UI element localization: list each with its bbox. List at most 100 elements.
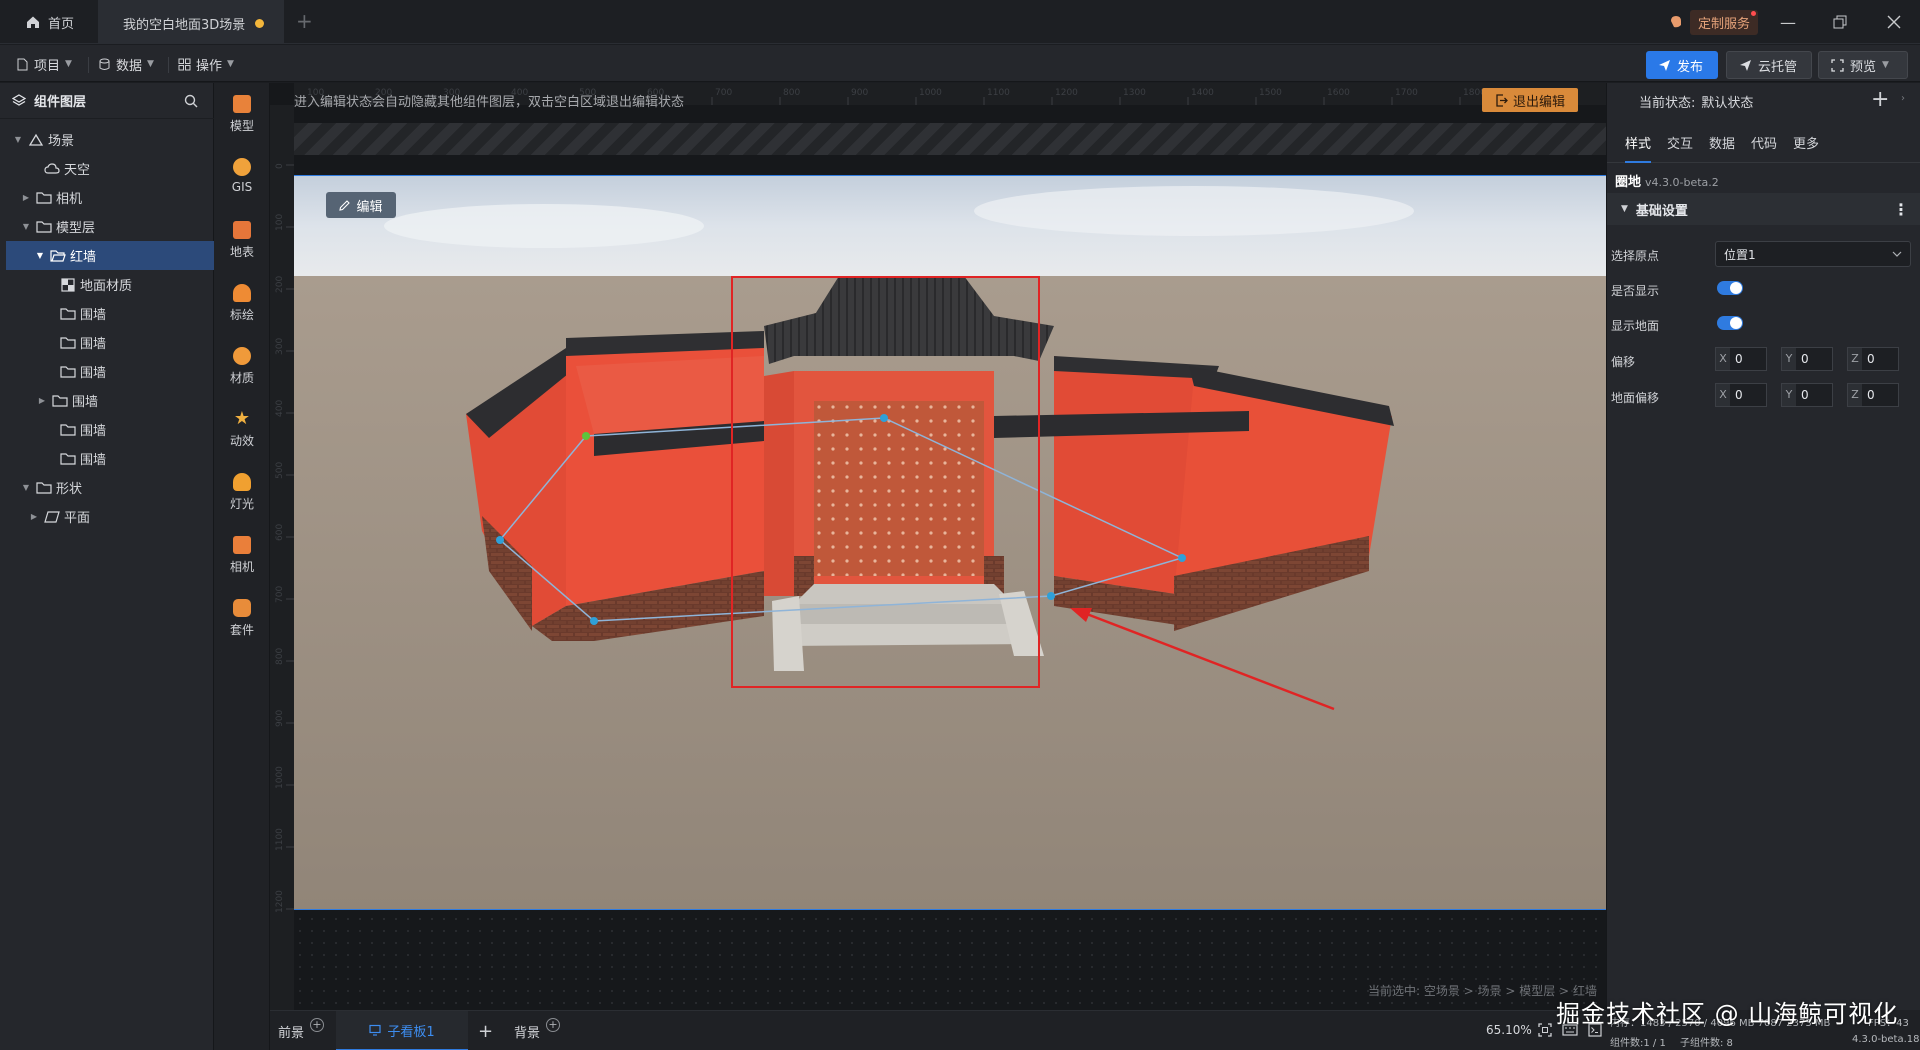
ground-offset-x-field[interactable]: X0 [1715,383,1767,407]
send-icon [1740,59,1751,71]
state-value[interactable]: 默认状态 [1701,92,1753,111]
minimize-button[interactable]: — [1774,8,1802,36]
close-window-button[interactable] [1880,8,1908,36]
chevron-down-icon: ▼ [147,59,154,69]
expand-arrow-icon[interactable]: ▼ [12,135,24,144]
expand-arrow-icon[interactable]: ▼ [20,222,32,231]
add-background-icon[interactable]: + [546,1018,561,1032]
more-vertical-icon[interactable]: ⋮ [1893,200,1909,219]
ruler-label: 100 [275,214,285,231]
tree-item-model-layer[interactable]: ▼ 模型层 [0,212,214,241]
custom-service-button[interactable]: 定制服务 [1668,9,1760,35]
tree-item-sky[interactable]: 天空 [0,154,214,183]
ruler-label: 1400 [1191,88,1214,98]
expand-arrow-icon[interactable]: ▼ [34,251,46,260]
component-title: 圈地 v4.3.0-beta.2 [1615,171,1719,190]
tab-code[interactable]: 代码 [1751,127,1777,163]
kit-icon [233,599,251,617]
ground-offset-z-field[interactable]: Z0 [1847,383,1899,407]
restore-button[interactable] [1826,8,1854,36]
collapse-arrow-icon[interactable]: ▶ [36,396,48,405]
3d-scene-render[interactable] [294,176,1606,910]
unsaved-dot-icon [255,18,265,28]
offset-y-field[interactable]: Y0 [1781,347,1833,371]
add-tab-button[interactable]: + [296,10,318,32]
comp-gis[interactable]: GIS [214,158,270,212]
comp-light[interactable]: 灯光 [214,473,270,527]
origin-select-value: 位置1 [1724,247,1756,262]
comp-material[interactable]: 材质 [214,347,270,401]
preview-button[interactable]: 预览 ▼ [1818,51,1908,79]
comp-model[interactable]: 模型 [214,95,270,149]
comp-label: 动效 [229,434,254,448]
tree-item-scene[interactable]: ▼ 场景 [0,125,214,154]
tree-item-wall[interactable]: 围墙 [0,444,214,473]
ruler-label: 1100 [275,828,285,851]
chevron-down-icon [1892,251,1902,257]
component-library-bar: 模型 GIS 地表 标绘 材质 ★ 动效 灯光 相机 套件 [214,83,270,1050]
cloud-hosting-button[interactable]: 云托管 [1726,51,1812,79]
tab-style[interactable]: 样式 [1625,127,1652,163]
pencil-icon [339,199,351,211]
tree-item-wall[interactable]: ▶ 围墙 [0,386,214,415]
origin-select[interactable]: 位置1 [1715,241,1911,267]
tree-item-ground-material[interactable]: 地面材质 [0,270,214,299]
3d-viewport[interactable] [294,175,1606,910]
add-subpanel-button[interactable]: + [478,1011,493,1050]
tab-home[interactable]: 首页 [10,0,92,44]
menu-project[interactable]: 项目 ▼ [10,51,78,77]
fit-screen-icon[interactable] [1538,1023,1552,1037]
menu-data[interactable]: 数据 ▼ [92,51,160,77]
tab-background[interactable]: 背景 + [514,1011,561,1050]
ruler-vertical: 0 100 200 300 400 500 600 700 800 900 1000 1100 1200 [270,105,294,1010]
tab-scene[interactable]: 我的空白地面3D场景 [98,0,284,44]
ground-offset-y-field[interactable]: Y0 [1781,383,1833,407]
comp-kit[interactable]: 套件 [214,599,270,653]
show-ground-toggle[interactable] [1717,316,1743,330]
exit-edit-button[interactable]: 退出编辑 [1482,88,1578,112]
tab-more[interactable]: 更多 [1793,127,1819,163]
comp-label: 套件 [229,623,254,637]
folder-icon [60,423,76,436]
tab-foreground[interactable]: 前景 + [278,1011,325,1050]
show-toggle[interactable] [1717,281,1743,295]
material-ball-icon [233,347,251,365]
edit-tag[interactable]: 编辑 [326,192,396,218]
scene-icon [28,133,44,146]
ruler-label: 800 [275,648,285,665]
offset-x-field[interactable]: X0 [1715,347,1767,371]
tab-data[interactable]: 数据 [1709,127,1735,163]
add-state-button[interactable]: + [1871,87,1889,112]
collapse-arrow-icon[interactable]: ▶ [28,512,40,521]
tree-item-label: 围墙 [80,366,107,381]
tree-item-shape[interactable]: ▼ 形状 [0,473,214,502]
publish-button[interactable]: 发布 [1646,51,1718,79]
tab-home-label: 首页 [48,16,75,32]
tree-item-plane[interactable]: ▶ 平面 [0,502,214,531]
offset-z-field[interactable]: Z0 [1847,347,1899,371]
show-label: 是否显示 [1611,284,1660,298]
tree-item-label: 红墙 [70,250,97,265]
comp-effect[interactable]: ★ 动效 [214,410,270,464]
chevron-right-icon[interactable]: › [1901,93,1905,104]
tree-item-wall[interactable]: 围墙 [0,328,214,357]
section-basic-settings[interactable]: ▼ 基础设置 ⋮ [1607,193,1920,225]
tree-item-camera[interactable]: ▶ 相机 [0,183,214,212]
tree-item-red-wall[interactable]: ▼ 红墙 [6,241,218,270]
tree-item-wall[interactable]: 围墙 [0,299,214,328]
tree-item-wall[interactable]: 围墙 [0,415,214,444]
editor-canvas[interactable]: 100 200 300 400 500 600 700 800 900 1000 1100 1200 1… [270,83,1606,1010]
collapse-arrow-icon[interactable]: ▶ [20,193,32,202]
search-icon[interactable] [184,94,198,108]
show-ground-label: 显示地面 [1611,319,1660,333]
add-foreground-icon[interactable]: + [310,1018,325,1032]
divider [88,57,89,73]
comp-plot[interactable]: 标绘 [214,284,270,338]
comp-camera[interactable]: 相机 [214,536,270,590]
tab-subpanel[interactable]: 子看板1 [336,1011,468,1050]
expand-arrow-icon[interactable]: ▼ [20,483,32,492]
menu-operation[interactable]: 操作 ▼ [172,51,240,77]
comp-terrain[interactable]: 地表 [214,221,270,275]
tab-interaction[interactable]: 交互 [1667,127,1693,163]
tree-item-wall[interactable]: 围墙 [0,357,214,386]
